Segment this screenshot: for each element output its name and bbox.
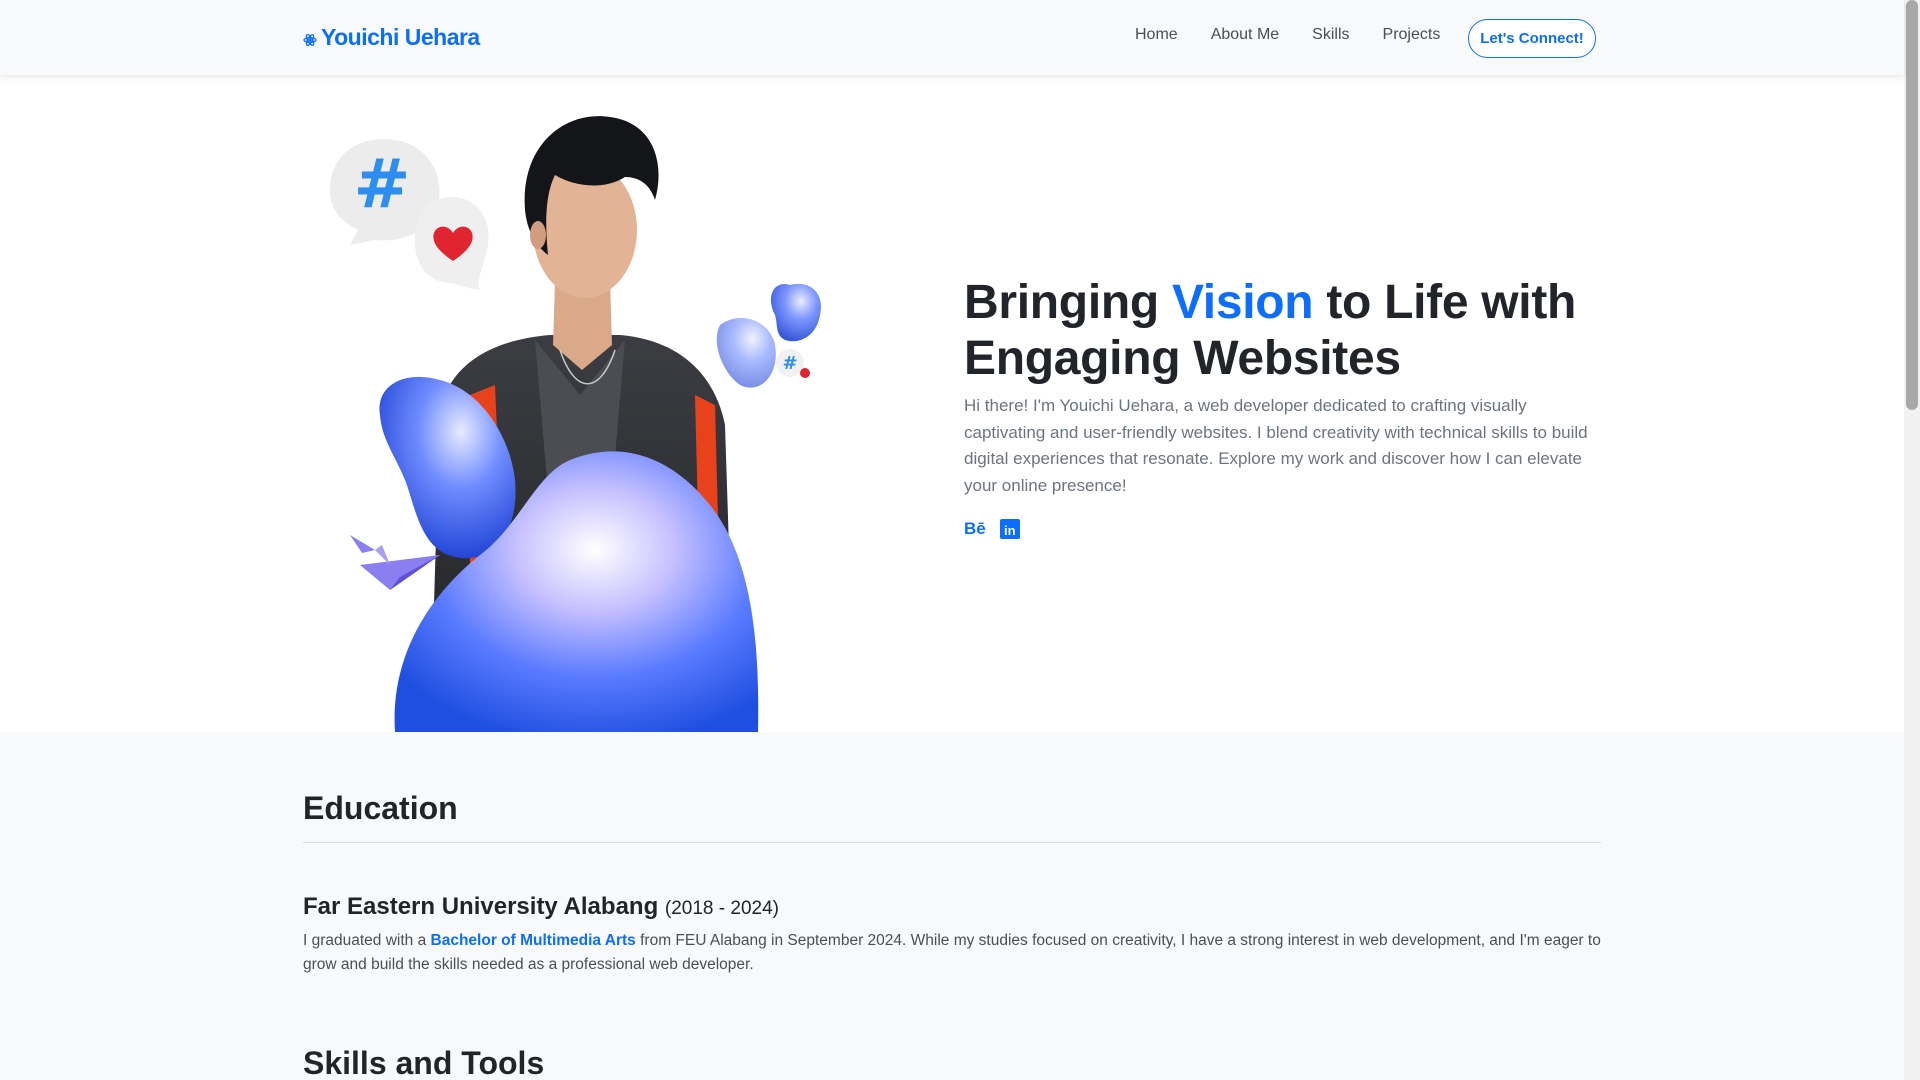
atom-icon: [303, 33, 317, 46]
hero-portrait-illustration: # #: [330, 116, 821, 732]
education-heading: Education: [303, 790, 458, 826]
edu-text-pre: I graduated with a: [303, 932, 431, 949]
scrollbar-thumb[interactable]: [1906, 0, 1918, 410]
school-name: Far Eastern University Alabang (2018 - 2…: [303, 893, 779, 921]
behance-icon[interactable]: Bē: [964, 519, 986, 539]
svg-text:#: #: [354, 145, 411, 224]
section-divider: [303, 842, 1601, 843]
lets-connect-button[interactable]: Let's Connect!: [1468, 19, 1596, 58]
hero-description: Hi there! I'm Youichi Uehara, a web deve…: [964, 396, 1588, 495]
hero-title-pre: Bringing: [964, 276, 1172, 329]
nav-home[interactable]: Home: [1135, 26, 1178, 44]
school-years: (2018 - 2024): [664, 898, 779, 919]
degree-name: Bachelor of Multimedia Arts: [430, 932, 636, 949]
nav-skills[interactable]: Skills: [1312, 26, 1349, 44]
navbar: Youichi Uehara Home About Me Skills Proj…: [0, 0, 1904, 75]
skills-heading: Skills and Tools: [303, 1045, 545, 1080]
heart-bubble-icon: [414, 196, 489, 290]
nav-about-me[interactable]: About Me: [1211, 26, 1279, 44]
nav-projects[interactable]: Projects: [1383, 26, 1441, 44]
hero-title: Bringing Vision to Life with Engaging We…: [964, 275, 1604, 387]
nav-links: Home About Me Skills Projects: [1135, 26, 1473, 44]
school-title: Far Eastern University Alabang: [303, 893, 659, 920]
education-description: I graduated with a Bachelor of Multimedi…: [303, 929, 1603, 977]
linkedin-icon[interactable]: in: [999, 519, 1020, 539]
hero-title-accent: Vision: [1171, 276, 1314, 329]
svg-text:#: #: [782, 353, 797, 374]
brand-name: Youichi Uehara: [321, 24, 480, 50]
social-links: Bē in: [964, 519, 1020, 539]
brand-logo[interactable]: Youichi Uehara: [303, 24, 480, 51]
hero-section: # # Bringing Vision to Life with Engagin…: [0, 75, 1904, 732]
paper-plane-icon: [350, 535, 440, 590]
